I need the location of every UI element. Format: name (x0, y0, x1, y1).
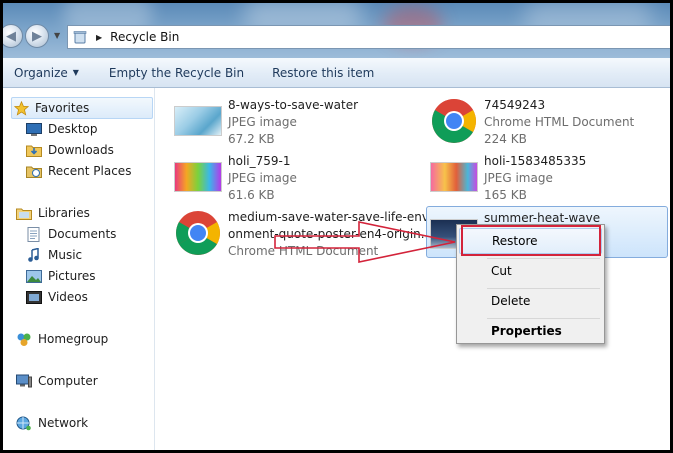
context-properties[interactable]: Properties (459, 318, 602, 344)
recycle-bin-icon (72, 29, 88, 45)
nav-computer-label: Computer (38, 374, 98, 388)
nav-videos-label: Videos (48, 290, 88, 304)
nav-network-label: Network (38, 416, 89, 430)
nav-videos[interactable]: Videos (25, 289, 88, 305)
photo-thumbnail-icon (430, 153, 478, 201)
address-bar[interactable]: ▶ Recycle Bin (67, 25, 670, 49)
breadcrumb-recycle-bin[interactable]: Recycle Bin (110, 30, 179, 44)
file-size: 61.6 KB (228, 188, 275, 202)
music-icon (25, 247, 43, 263)
restore-item-button[interactable]: Restore this item (264, 66, 382, 80)
organize-label: Organize (14, 65, 68, 80)
recent-places-icon (25, 163, 43, 179)
nav-recent-places[interactable]: Recent Places (25, 163, 131, 179)
annotation-highlight-box (461, 225, 601, 256)
file-name: holi-1583485335 (484, 154, 587, 168)
computer-icon (15, 373, 33, 389)
file-name: 8-ways-to-save-water (228, 98, 359, 112)
file-item[interactable]: holi_759-1 JPEG image 61.6 KB (174, 153, 297, 204)
nav-pictures[interactable]: Pictures (25, 268, 96, 284)
nav-desktop-label: Desktop (48, 122, 98, 136)
network-icon (15, 415, 33, 431)
chrome-icon (174, 209, 222, 257)
photo-thumbnail-icon (174, 153, 222, 201)
forward-arrow-icon: ▶ (32, 28, 42, 44)
explorer-window: ◀ ▶ ▼ ▶ Recycle Bin Organize ▼ Empty the… (3, 3, 670, 450)
desktop-icon (25, 121, 43, 137)
title-bar: ◀ ▶ ▼ ▶ Recycle Bin (3, 3, 670, 58)
recent-pages-dropdown[interactable]: ▼ (54, 31, 64, 41)
file-name: holi_759-1 (228, 154, 291, 168)
nav-documents-label: Documents (48, 227, 117, 241)
file-type: JPEG image (228, 115, 297, 129)
nav-network[interactable]: Network (15, 415, 88, 431)
nav-documents[interactable]: Documents (25, 226, 116, 242)
nav-desktop[interactable]: Desktop (25, 121, 98, 137)
file-item[interactable]: 74549243 Chrome HTML Document 224 KB (430, 97, 634, 148)
context-cut[interactable]: Cut (459, 258, 602, 284)
homegroup-icon (15, 331, 33, 347)
file-type: JPEG image (228, 171, 297, 185)
file-size: 224 KB (484, 132, 527, 146)
pictures-icon (25, 268, 43, 284)
file-item[interactable]: holi-1583485335 JPEG image 165 KB (430, 153, 586, 204)
file-size: 67.2 KB (228, 132, 275, 146)
back-button[interactable]: ◀ (3, 24, 23, 48)
nav-recent-label: Recent Places (48, 164, 132, 178)
annotation-arrow-icon (274, 221, 456, 263)
empty-recycle-bin-button[interactable]: Empty the Recycle Bin (101, 66, 252, 80)
file-name: 74549243 (484, 98, 546, 112)
command-bar: Organize ▼ Empty the Recycle Bin Restore… (3, 58, 670, 88)
documents-icon (25, 226, 43, 242)
context-delete[interactable]: Delete (459, 288, 602, 314)
nav-homegroup-label: Homegroup (38, 332, 109, 346)
photo-thumbnail-icon (174, 97, 222, 145)
nav-downloads[interactable]: Downloads (25, 142, 114, 158)
breadcrumb-separator-icon[interactable]: ▶ (96, 33, 102, 42)
file-item[interactable]: 8-ways-to-save-water JPEG image 67.2 KB (174, 97, 358, 148)
nav-favorites-label: Favorites (35, 101, 90, 115)
nav-libraries-label: Libraries (38, 206, 90, 220)
back-arrow-icon: ◀ (6, 28, 16, 44)
file-size: 165 KB (484, 188, 527, 202)
nav-downloads-label: Downloads (48, 143, 114, 157)
nav-libraries[interactable]: Libraries (15, 205, 90, 221)
file-type: Chrome HTML Document (484, 115, 635, 129)
chrome-icon (430, 97, 478, 145)
forward-button[interactable]: ▶ (25, 24, 49, 48)
videos-icon (25, 289, 43, 305)
nav-favorites[interactable]: Favorites (11, 97, 153, 119)
nav-pictures-label: Pictures (48, 269, 96, 283)
navigation-pane: Favorites Desktop Downloads Recent Place… (3, 88, 155, 450)
downloads-folder-icon (25, 142, 43, 158)
file-type: JPEG image (484, 171, 553, 185)
libraries-icon (15, 205, 33, 221)
nav-music[interactable]: Music (25, 247, 82, 263)
nav-computer[interactable]: Computer (15, 373, 98, 389)
nav-music-label: Music (48, 248, 83, 262)
chevron-down-icon: ▼ (72, 68, 79, 77)
nav-homegroup[interactable]: Homegroup (15, 331, 108, 347)
star-icon (12, 100, 30, 116)
organize-button[interactable]: Organize ▼ (6, 66, 87, 80)
